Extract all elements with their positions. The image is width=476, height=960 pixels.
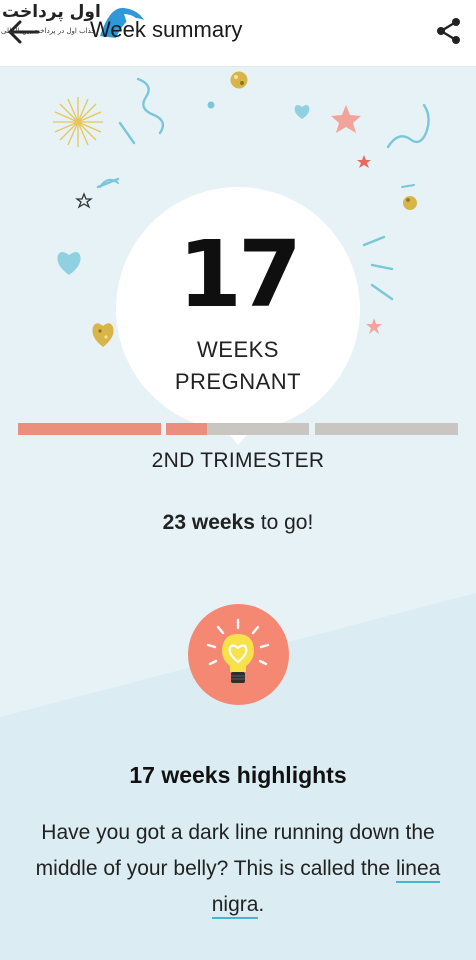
pregnant-label: PREGNANT <box>174 369 302 394</box>
trimester-progress-bar <box>18 423 458 435</box>
star-icon <box>75 192 93 209</box>
star-icon <box>357 155 371 168</box>
top-app-bar: اول پرداخت جذاب اول در پرداخت بین المللی… <box>0 0 476 67</box>
trimester-segment-3 <box>315 423 458 435</box>
weeks-to-go: 23 weeks to go! <box>0 511 476 535</box>
highlights-body: Have you got a dark line running down th… <box>18 815 458 923</box>
weeks-label: WEEKS <box>197 337 279 362</box>
share-icon[interactable] <box>436 17 462 45</box>
trimester-label: 2ND TRIMESTER <box>151 449 325 472</box>
highlights-title: 17 weeks highlights <box>129 762 347 788</box>
sparkle-icon <box>53 97 103 147</box>
lightbulb-heart-icon <box>188 604 289 705</box>
star-icon <box>331 105 361 133</box>
page-title: Week summary <box>90 17 243 42</box>
week-bubble: 17 WEEKS PREGNANT <box>116 187 360 445</box>
star-icon <box>366 318 382 334</box>
trimester-segment-1 <box>18 423 161 435</box>
highlights-body-suffix: . <box>258 893 265 916</box>
weeks-to-go-count: 23 weeks <box>162 511 255 534</box>
weeks-to-go-suffix: to go! <box>254 511 314 534</box>
highlights-body-text: Have you got a dark line running down th… <box>35 821 435 880</box>
heart-icon <box>57 252 81 275</box>
trimester-segment-2 <box>166 423 309 435</box>
heart-icon <box>92 323 114 347</box>
watermark-logo-text: اول پرداخت <box>2 2 101 22</box>
heart-icon <box>294 105 310 119</box>
watermark-logo-subtitle: جذاب اول در پرداخت بین المللی <box>1 27 96 35</box>
week-number: 17 <box>177 221 302 328</box>
